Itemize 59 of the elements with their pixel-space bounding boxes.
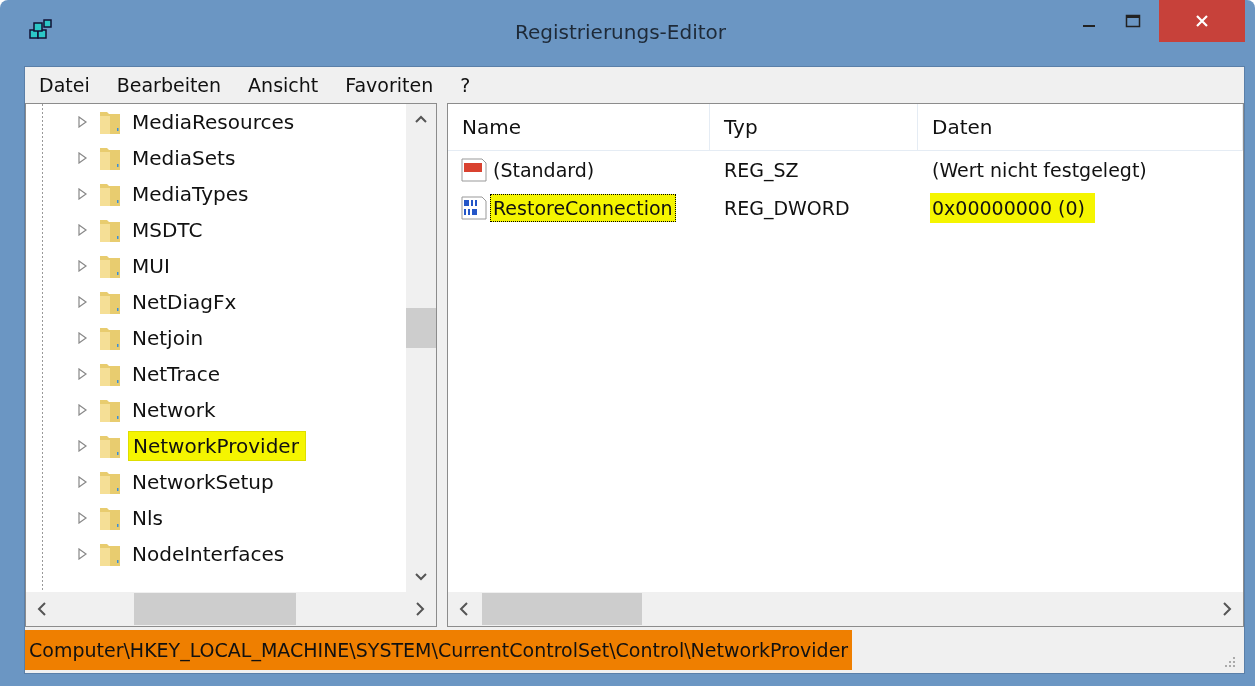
value-type: REG_SZ — [724, 159, 799, 181]
tree-item[interactable]: MediaTypes — [128, 180, 255, 208]
tree-item[interactable]: MUI — [128, 252, 176, 280]
maximize-icon — [1125, 14, 1141, 28]
menu-item[interactable]: Bearbeiten — [116, 74, 222, 96]
tree-item[interactable]: Netjoin — [128, 324, 210, 352]
chevron-left-icon[interactable] — [458, 601, 470, 617]
expand-arrow-icon[interactable] — [78, 476, 88, 488]
expand-arrow-icon[interactable] — [78, 296, 88, 308]
minimize-icon — [1083, 25, 1095, 27]
chevron-up-icon[interactable] — [414, 114, 428, 124]
horizontal-scrollbar[interactable] — [448, 592, 1243, 626]
expand-arrow-icon[interactable] — [78, 224, 88, 236]
expand-arrow-icon[interactable] — [78, 332, 88, 344]
vertical-scrollbar[interactable] — [406, 104, 436, 592]
menu-item[interactable]: Favoriten — [345, 74, 434, 96]
scroll-thumb[interactable] — [134, 593, 296, 625]
tree-item[interactable]: Nls — [128, 504, 169, 532]
tree-item[interactable]: MediaSets — [128, 144, 242, 172]
expand-arrow-icon[interactable] — [78, 548, 88, 560]
tree-item[interactable]: NetDiagFx — [128, 288, 243, 316]
tree-item[interactable]: NodeInterfaces — [128, 540, 291, 568]
menu-item[interactable]: ? — [460, 74, 471, 96]
menu-item[interactable]: Datei — [39, 74, 90, 96]
value-data: (Wert nicht festgelegt) — [931, 158, 1148, 183]
chevron-right-icon[interactable] — [414, 601, 426, 617]
expand-arrow-icon[interactable] — [78, 440, 88, 452]
tree-item[interactable]: NetworkSetup — [128, 468, 280, 496]
menu-item[interactable]: Ansicht — [248, 74, 319, 96]
status-path: Computer\HKEY_LOCAL_MACHINE\SYSTEM\CurrentControlSet\Control\NetworkProvider — [25, 630, 853, 670]
tree-item[interactable]: NetworkProvider — [128, 431, 306, 461]
chevron-down-icon[interactable] — [414, 572, 428, 582]
expand-arrow-icon[interactable] — [78, 116, 88, 128]
scroll-thumb[interactable] — [482, 593, 642, 625]
column-header[interactable]: Daten — [918, 104, 1243, 150]
value-type: REG_DWORD — [724, 197, 850, 219]
horizontal-scrollbar[interactable] — [26, 592, 436, 626]
expand-arrow-icon[interactable] — [78, 512, 88, 524]
close-icon — [1195, 14, 1209, 28]
value-data: 0x00000000 (0) — [930, 193, 1095, 223]
column-header[interactable]: Typ — [710, 104, 918, 150]
resize-grip-icon[interactable] — [1222, 655, 1236, 669]
value-name[interactable]: (Standard) — [490, 156, 598, 184]
tree-item[interactable]: NetTrace — [128, 360, 227, 388]
tree-item[interactable]: Network — [128, 396, 222, 424]
window-title: Registrierungs-Editor — [515, 20, 726, 44]
scroll-thumb[interactable] — [406, 308, 436, 348]
expand-arrow-icon[interactable] — [78, 152, 88, 164]
column-header[interactable]: Name — [448, 104, 710, 150]
tree-item[interactable]: MediaResources — [128, 108, 301, 136]
expand-arrow-icon[interactable] — [78, 368, 88, 380]
expand-arrow-icon[interactable] — [78, 260, 88, 272]
tree-item[interactable]: MSDTC — [128, 216, 209, 244]
chevron-left-icon[interactable] — [36, 601, 48, 617]
expand-arrow-icon[interactable] — [78, 404, 88, 416]
binary-icon — [460, 195, 488, 221]
expand-arrow-icon[interactable] — [78, 188, 88, 200]
chevron-right-icon[interactable] — [1221, 601, 1233, 617]
value-name[interactable]: RestoreConnection — [490, 194, 676, 222]
